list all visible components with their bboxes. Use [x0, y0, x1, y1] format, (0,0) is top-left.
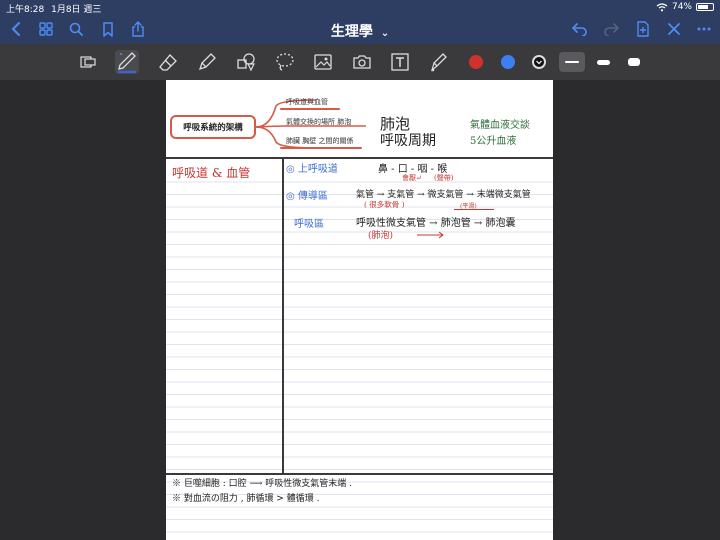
row3-red-arrow	[417, 231, 444, 239]
battery-percent: 74%	[671, 2, 692, 12]
row2-note-cartilage: ( 很多軟骨 )	[364, 200, 405, 209]
stroke-width-thin[interactable]	[559, 52, 585, 72]
close-icon	[668, 23, 680, 35]
more-icon	[697, 27, 711, 31]
note-gas-exchange: 氣體血液交談	[470, 120, 530, 131]
chevron-down-icon: ⌄	[380, 28, 390, 39]
stroke-width-thick[interactable]	[621, 52, 647, 72]
header-divider-line	[166, 157, 553, 159]
mindmap-root-label: 呼吸系統的架構	[183, 123, 243, 133]
left-column-title: 呼吸道 & 血管	[172, 166, 251, 180]
undo-icon	[572, 23, 587, 36]
camera-tool[interactable]	[350, 50, 374, 74]
text-tool[interactable]	[388, 50, 412, 74]
wifi-icon	[656, 2, 668, 11]
mindmap-root: 呼吸系統的架構	[170, 115, 256, 139]
shapes-tool[interactable]	[234, 50, 258, 74]
undo-button[interactable]	[570, 19, 590, 39]
image-icon	[314, 54, 332, 70]
close-button[interactable]	[664, 19, 684, 39]
row3-label: 呼吸區	[294, 219, 324, 230]
row1-note-epiglottis: 會厭↵	[402, 174, 422, 182]
lasso-tool[interactable]	[273, 50, 297, 74]
read-mode-tool[interactable]	[76, 50, 100, 74]
mindmap-underline-3	[280, 147, 362, 149]
color-swatch-red[interactable]	[469, 55, 483, 69]
notebook-page[interactable]: 呼吸系統的架構 呼吸道與血管 氣體交換的場所 肺泡 肺臟 胸壁 之間的關係 肺泡…	[166, 80, 553, 540]
add-page-icon	[637, 21, 649, 37]
color-swatch-blue[interactable]	[501, 55, 515, 69]
redo-button[interactable]	[601, 19, 621, 39]
summary-line-2: ※ 對血流の阻力 , 肺循環 > 體循環 .	[172, 494, 320, 504]
chevron-down-icon	[536, 60, 542, 65]
row1-note-vocal-cords: (聲帶)	[434, 174, 454, 182]
redo-icon	[604, 23, 619, 36]
note-five-liters: 5公升血液	[470, 136, 517, 147]
column-divider-line	[282, 157, 284, 473]
eraser-icon	[159, 54, 177, 71]
status-bar: 上午8:28 1月8日 週三 74%	[0, 0, 720, 15]
row1-label: ◎ 上呼吸道	[286, 164, 338, 175]
row2-label: ◎ 傳導區	[286, 191, 328, 202]
color-swatch-black-selected[interactable]	[532, 55, 546, 69]
row2-red-underline	[454, 209, 494, 210]
battery-icon	[696, 3, 714, 11]
summary-line-1: ※ 巨噬細胞 : 口腔 ⟶ 呼吸性微支氣管末端 .	[172, 479, 352, 489]
summary-divider-line	[166, 473, 553, 475]
image-tool[interactable]	[311, 50, 335, 74]
highlighter-tool[interactable]	[195, 50, 219, 74]
more-button[interactable]	[694, 19, 714, 39]
stroke-width-medium[interactable]	[590, 52, 616, 72]
laser-pointer-tool[interactable]	[427, 50, 451, 74]
mindmap-underline-1	[280, 108, 340, 110]
row3-content: 呼吸性微支氣管 → 肺泡管 → 肺泡囊	[356, 218, 516, 229]
row3-note-alveoli: (肺泡)	[368, 231, 394, 241]
pen-icon	[118, 52, 136, 73]
add-page-button[interactable]	[633, 19, 653, 39]
highlighter-icon	[198, 53, 216, 71]
document-title: 生理學	[330, 24, 373, 40]
read-mode-icon	[80, 56, 96, 68]
mindmap-branch-2: 氣體交換的場所 肺泡	[286, 118, 352, 126]
text-icon	[391, 53, 409, 71]
mindmap-branch-3: 肺臟 胸壁 之間的關係	[286, 137, 354, 145]
pen-tool[interactable]	[115, 50, 139, 74]
note-resp-cycle: 呼吸周期	[380, 133, 436, 149]
lasso-icon	[276, 53, 294, 71]
shapes-icon	[237, 53, 255, 72]
camera-icon	[353, 55, 371, 69]
nav-bar: 生理學 ⌄	[0, 14, 720, 44]
tool-bar	[0, 44, 720, 80]
mindmap-branch-1: 呼吸道與血管	[286, 98, 328, 106]
eraser-tool[interactable]	[156, 50, 180, 74]
status-right: 74%	[656, 2, 714, 12]
laser-pointer-icon	[430, 53, 447, 72]
battery-fill	[698, 5, 709, 9]
